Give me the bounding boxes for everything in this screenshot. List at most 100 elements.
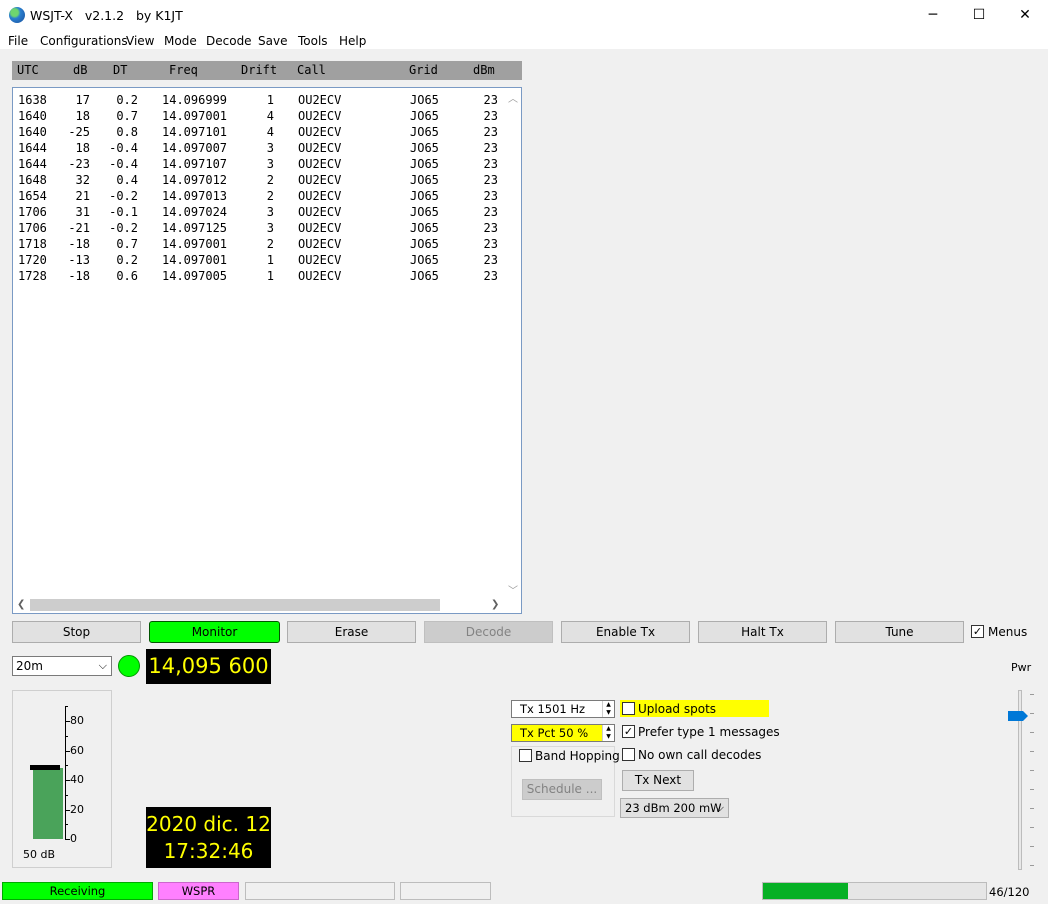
menu-configurations[interactable]: Configurations bbox=[40, 34, 128, 48]
status-field-empty-1 bbox=[245, 882, 395, 900]
menu-help[interactable]: Help bbox=[339, 34, 366, 48]
table-cell-dt: -0.1 bbox=[109, 205, 138, 219]
table-cell-freq: 14.097012 bbox=[162, 173, 228, 187]
scroll-down-icon[interactable]: ﹀ bbox=[508, 582, 518, 597]
horizontal-scrollbar[interactable]: ❮ ❯ bbox=[13, 597, 521, 613]
close-button[interactable]: ✕ bbox=[1002, 0, 1048, 30]
erase-button[interactable]: Erase bbox=[287, 621, 416, 643]
table-cell-freq: 14.096999 bbox=[162, 93, 228, 107]
power-slider-handle[interactable] bbox=[1008, 711, 1028, 721]
table-cell-dt: 0.6 bbox=[116, 269, 138, 283]
scroll-left-icon[interactable]: ❮ bbox=[17, 599, 25, 610]
table-cell-grid: JO65 bbox=[410, 173, 439, 187]
tx-frequency-spinbox[interactable]: Tx 1501 Hz ▲ ▼ bbox=[511, 700, 615, 718]
table-cell-call: OU2ECV bbox=[298, 109, 342, 123]
scroll-up-icon[interactable]: ︿ bbox=[508, 90, 518, 105]
power-slider-tick bbox=[1030, 808, 1034, 809]
table-row[interactable]: 1720 -13 0.2 14.097001 1 OU2ECV JO65 23 bbox=[13, 253, 503, 269]
table-cell-call: OU2ECV bbox=[298, 141, 342, 155]
menu-tools[interactable]: Tools bbox=[298, 34, 328, 48]
meter-tick-label: 80 bbox=[70, 714, 84, 727]
no-own-call-checkbox[interactable] bbox=[622, 748, 635, 761]
schedule-button[interactable]: Schedule ... bbox=[522, 779, 602, 800]
menu-file[interactable]: File bbox=[8, 34, 28, 48]
table-row[interactable]: 1706 31 -0.1 14.097024 3 OU2ECV JO65 23 bbox=[13, 205, 503, 221]
tx-percent-value: Tx Pct 50 % bbox=[520, 726, 589, 740]
power-slider-tick bbox=[1030, 827, 1034, 828]
tx-power-select[interactable]: 23 dBm 200 mW ⌵ bbox=[620, 798, 729, 818]
table-cell-grid: JO65 bbox=[410, 93, 439, 107]
table-cell-grid: JO65 bbox=[410, 125, 439, 139]
spin-arrows-icon[interactable]: ▲ ▼ bbox=[602, 701, 614, 717]
signal-level-meter: 80 60 40 20 0 50 dB bbox=[12, 690, 112, 868]
table-cell-dbm: 23 bbox=[483, 269, 498, 283]
decode-table-header: UTC dB DT Freq Drift Call Grid dBm bbox=[12, 61, 522, 80]
table-row[interactable]: 1728 -18 0.6 14.097005 1 OU2ECV JO65 23 bbox=[13, 269, 503, 285]
decoded-spots-list[interactable]: 1638 17 0.2 14.096999 1 OU2ECV JO65 23 1640 18 0.7… bbox=[12, 87, 522, 614]
table-row[interactable]: 1654 21 -0.2 14.097013 2 OU2ECV JO65 23 bbox=[13, 189, 503, 205]
decode-button[interactable]: Decode bbox=[424, 621, 553, 643]
table-row[interactable]: 1640 18 0.7 14.097001 4 OU2ECV JO65 23 bbox=[13, 109, 503, 125]
maximize-button[interactable]: ☐ bbox=[956, 0, 1002, 30]
table-row[interactable]: 1644 18 -0.4 14.097007 3 OU2ECV JO65 23 bbox=[13, 141, 503, 157]
meter-minor-tick bbox=[65, 765, 68, 766]
meter-tick-label: 60 bbox=[70, 744, 84, 757]
tx-power-value: 23 dBm 200 mW bbox=[625, 801, 722, 815]
table-cell-grid: JO65 bbox=[410, 253, 439, 267]
table-cell-freq: 14.097007 bbox=[162, 141, 228, 155]
table-row[interactable]: 1640 -25 0.8 14.097101 4 OU2ECV JO65 23 bbox=[13, 125, 503, 141]
vertical-scrollbar[interactable]: ︿ ﹀ bbox=[504, 88, 521, 598]
table-cell-grid: JO65 bbox=[410, 237, 439, 251]
table-cell-freq: 14.097101 bbox=[162, 125, 228, 139]
meter-bar bbox=[33, 768, 63, 839]
table-row[interactable]: 1638 17 0.2 14.096999 1 OU2ECV JO65 23 bbox=[13, 93, 503, 109]
spin-arrows-icon[interactable]: ▲ ▼ bbox=[602, 725, 614, 741]
table-row[interactable]: 1706 -21 -0.2 14.097125 3 OU2ECV JO65 23 bbox=[13, 221, 503, 237]
chevron-down-icon: ⌵ bbox=[715, 801, 724, 814]
clock-time: 17:32:46 bbox=[163, 839, 254, 863]
table-cell-call: OU2ECV bbox=[298, 173, 342, 187]
tune-button[interactable]: Tune bbox=[835, 621, 964, 643]
tx-percent-spinbox[interactable]: Tx Pct 50 % ▲ ▼ bbox=[511, 724, 615, 742]
utc-clock-display: 2020 dic. 12 17:32:46 bbox=[146, 807, 271, 868]
horizontal-scroll-thumb[interactable] bbox=[30, 599, 440, 611]
table-cell-freq: 14.097001 bbox=[162, 237, 228, 251]
table-cell-dt: -0.2 bbox=[109, 189, 138, 203]
power-label: Pwr bbox=[1011, 661, 1032, 674]
upload-spots-checkbox[interactable] bbox=[622, 702, 635, 715]
table-cell-grid: JO65 bbox=[410, 269, 439, 283]
table-cell-dt: 0.7 bbox=[116, 237, 138, 251]
meter-axis bbox=[65, 707, 66, 839]
meter-minor-tick bbox=[65, 795, 68, 796]
table-row[interactable]: 1644 -23 -0.4 14.097107 3 OU2ECV JO65 23 bbox=[13, 157, 503, 173]
power-slider-tick bbox=[1030, 694, 1034, 695]
table-row[interactable]: 1718 -18 0.7 14.097001 2 OU2ECV JO65 23 bbox=[13, 237, 503, 253]
table-cell-dbm: 23 bbox=[483, 157, 498, 171]
menu-view[interactable]: View bbox=[126, 34, 154, 48]
table-cell-drift: 2 bbox=[266, 173, 274, 187]
table-row[interactable]: 1648 32 0.4 14.097012 2 OU2ECV JO65 23 bbox=[13, 173, 503, 189]
table-cell-grid: JO65 bbox=[410, 141, 439, 155]
menu-decode[interactable]: Decode bbox=[206, 34, 252, 48]
table-cell-dbm: 23 bbox=[483, 93, 498, 107]
menus-checkbox[interactable]: ✓ bbox=[971, 625, 984, 638]
meter-tick-label: 20 bbox=[70, 803, 84, 816]
column-freq: Freq bbox=[169, 63, 198, 77]
stop-button[interactable]: Stop bbox=[12, 621, 141, 643]
enable-tx-button[interactable]: Enable Tx bbox=[561, 621, 690, 643]
menu-save[interactable]: Save bbox=[258, 34, 287, 48]
table-cell-dt: 0.2 bbox=[116, 253, 138, 267]
prefer-type1-checkbox[interactable]: ✓ bbox=[622, 725, 635, 738]
band-hopping-checkbox[interactable] bbox=[519, 749, 532, 762]
power-slider-tick bbox=[1030, 865, 1034, 866]
scroll-right-icon[interactable]: ❯ bbox=[491, 599, 499, 610]
table-cell-dt: 0.7 bbox=[116, 109, 138, 123]
minimize-button[interactable]: ─ bbox=[910, 0, 956, 30]
table-cell-freq: 14.097107 bbox=[162, 157, 228, 171]
menu-mode[interactable]: Mode bbox=[164, 34, 197, 48]
monitor-button[interactable]: Monitor bbox=[149, 621, 280, 643]
band-select[interactable]: 20m ⌵ bbox=[12, 656, 112, 676]
tx-next-button[interactable]: Tx Next bbox=[622, 770, 694, 791]
halt-tx-button[interactable]: Halt Tx bbox=[698, 621, 827, 643]
table-cell-drift: 2 bbox=[266, 237, 274, 251]
